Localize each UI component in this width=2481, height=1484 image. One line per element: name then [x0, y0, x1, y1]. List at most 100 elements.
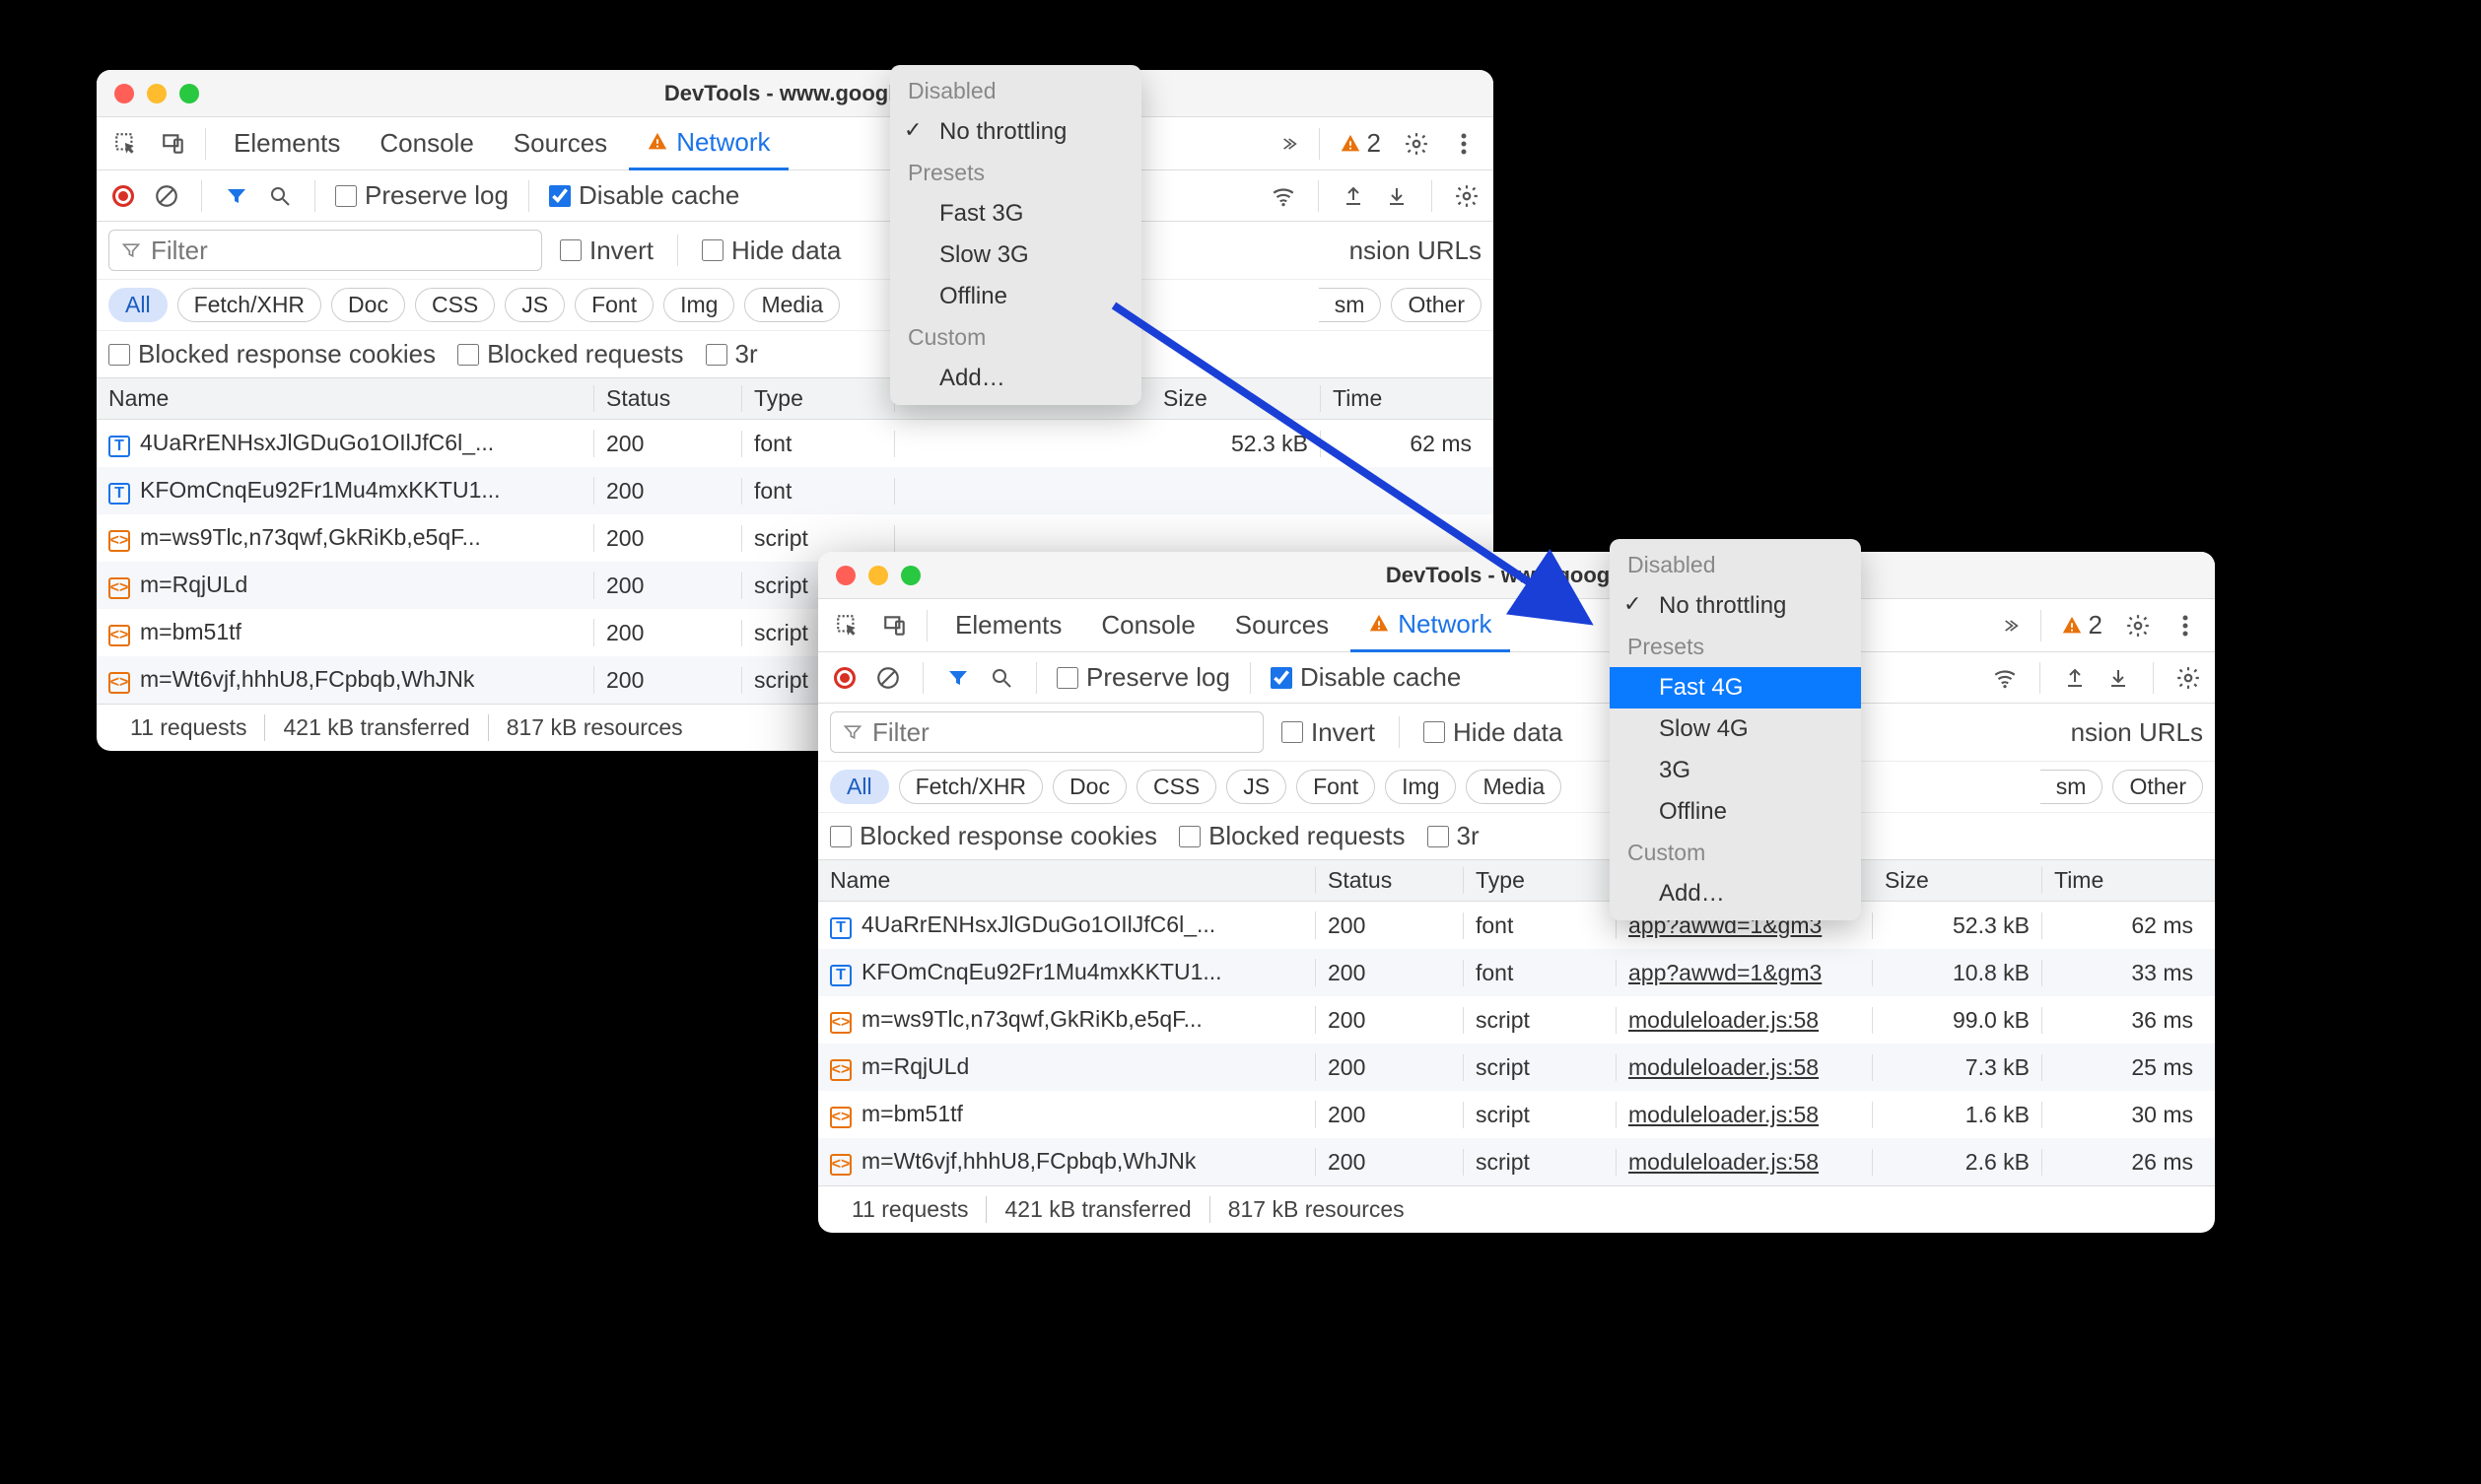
preserve-log-checkbox[interactable]: Preserve log	[1057, 662, 1230, 693]
maximize-icon[interactable]	[901, 566, 921, 585]
chip-doc[interactable]: Doc	[1053, 770, 1127, 804]
invert-checkbox[interactable]: Invert	[560, 236, 654, 266]
chip-all[interactable]: All	[108, 288, 168, 322]
chip-js[interactable]: JS	[505, 288, 565, 322]
dropdown-item-slow4g[interactable]: Slow 4G	[1610, 708, 1861, 750]
chip-doc[interactable]: Doc	[331, 288, 405, 322]
chip-media[interactable]: Media	[1466, 770, 1561, 804]
filter-icon[interactable]	[943, 663, 973, 693]
table-row[interactable]: <>m=bm51tf200scriptmoduleloader.js:581.6…	[818, 1091, 2215, 1138]
clear-icon[interactable]	[152, 181, 181, 211]
col-time[interactable]: Time	[1321, 385, 1483, 412]
filter-icon[interactable]	[222, 181, 251, 211]
upload-icon[interactable]	[2060, 663, 2090, 693]
col-time[interactable]: Time	[2042, 867, 2205, 894]
tab-elements[interactable]: Elements	[216, 117, 358, 170]
chip-fetch[interactable]: Fetch/XHR	[899, 770, 1043, 804]
wifi-icon[interactable]	[1269, 181, 1298, 211]
chip-js[interactable]: JS	[1226, 770, 1286, 804]
blocked-response-checkbox[interactable]: Blocked response cookies	[108, 339, 436, 370]
dropdown-item-add[interactable]: Add…	[890, 358, 1141, 399]
search-icon[interactable]	[987, 663, 1016, 693]
search-icon[interactable]	[265, 181, 295, 211]
inspect-icon[interactable]	[104, 122, 148, 166]
hide-data-checkbox[interactable]: Hide data	[702, 236, 841, 266]
invert-checkbox[interactable]: Invert	[1281, 717, 1375, 748]
chip-media[interactable]: Media	[744, 288, 840, 322]
col-name[interactable]: Name	[97, 385, 594, 412]
download-icon[interactable]	[2103, 663, 2133, 693]
maximize-icon[interactable]	[179, 84, 199, 103]
hide-data-checkbox[interactable]: Hide data	[1423, 717, 1562, 748]
gear-icon[interactable]	[1452, 181, 1482, 211]
blocked-response-checkbox[interactable]: Blocked response cookies	[830, 821, 1157, 851]
dropdown-item-nothrottle[interactable]: ✓No throttling	[890, 111, 1141, 153]
filter-input[interactable]: Filter	[830, 711, 1264, 753]
gear-icon[interactable]	[1395, 122, 1438, 166]
dropdown-item-offline[interactable]: Offline	[890, 276, 1141, 317]
dropdown-item-offline[interactable]: Offline	[1610, 791, 1861, 833]
col-size[interactable]: Size	[1873, 867, 2042, 894]
dropdown-item-3g[interactable]: 3G	[1610, 750, 1861, 791]
chip-fetch[interactable]: Fetch/XHR	[177, 288, 321, 322]
inspect-icon[interactable]	[826, 604, 869, 647]
kebab-icon[interactable]	[2164, 604, 2207, 647]
wifi-icon[interactable]	[1990, 663, 2020, 693]
chip-img[interactable]: Img	[1385, 770, 1456, 804]
col-status[interactable]: Status	[594, 385, 742, 412]
preserve-log-checkbox[interactable]: Preserve log	[335, 180, 509, 211]
upload-icon[interactable]	[1339, 181, 1368, 211]
gear-icon[interactable]	[2173, 663, 2203, 693]
table-row[interactable]: <>m=RqjULd200scriptmoduleloader.js:587.3…	[818, 1044, 2215, 1091]
record-button[interactable]	[108, 181, 138, 211]
chip-css[interactable]: CSS	[415, 288, 495, 322]
tab-console[interactable]: Console	[1083, 599, 1212, 652]
cell-initiator[interactable]: app?awwd=1&gm3	[1617, 960, 1873, 986]
tab-elements[interactable]: Elements	[937, 599, 1079, 652]
close-icon[interactable]	[836, 566, 856, 585]
col-status[interactable]: Status	[1316, 867, 1464, 894]
table-row[interactable]: <>m=Wt6vjf,hhhU8,FCpbqb,WhJNk200scriptmo…	[818, 1138, 2215, 1185]
cell-initiator[interactable]: moduleloader.js:58	[1617, 1149, 1873, 1176]
tab-sources[interactable]: Sources	[496, 117, 625, 170]
tab-sources[interactable]: Sources	[1217, 599, 1346, 652]
clear-icon[interactable]	[873, 663, 903, 693]
table-row[interactable]: TKFOmCnqEu92Fr1Mu4mxKKTU1...200fontapp?a…	[818, 949, 2215, 996]
cell-initiator[interactable]: moduleloader.js:58	[1617, 1007, 1873, 1034]
warnings-count[interactable]: 2	[1330, 128, 1391, 159]
chip-img[interactable]: Img	[663, 288, 734, 322]
chip-font[interactable]: Font	[1296, 770, 1375, 804]
col-name[interactable]: Name	[818, 867, 1316, 894]
col-size[interactable]: Size	[1151, 385, 1321, 412]
chip-font[interactable]: Font	[575, 288, 654, 322]
warnings-count[interactable]: 2	[2051, 610, 2112, 641]
dropdown-item-fast3g[interactable]: Fast 3G	[890, 193, 1141, 235]
tab-console[interactable]: Console	[362, 117, 491, 170]
device-toggle-icon[interactable]	[152, 122, 195, 166]
table-row[interactable]: T4UaRrENHsxJlGDuGo1OIlJfC6l_...200fontap…	[818, 902, 2215, 949]
dropdown-item-nothrottle[interactable]: ✓No throttling	[1610, 585, 1861, 627]
disable-cache-checkbox[interactable]: Disable cache	[549, 180, 739, 211]
table-row[interactable]: <>m=ws9Tlc,n73qwf,GkRiKb,e5qF...200scrip…	[818, 996, 2215, 1044]
col-type[interactable]: Type	[1464, 867, 1617, 894]
close-icon[interactable]	[114, 84, 134, 103]
device-toggle-icon[interactable]	[873, 604, 917, 647]
tab-network[interactable]: Network	[1350, 599, 1509, 652]
cell-initiator[interactable]: moduleloader.js:58	[1617, 1102, 1873, 1128]
table-row[interactable]: T4UaRrENHsxJlGDuGo1OIlJfC6l_...200font52…	[97, 420, 1493, 467]
filter-input[interactable]: Filter	[108, 230, 542, 271]
blocked-requests-checkbox[interactable]: Blocked requests	[1179, 821, 1405, 851]
third-party-checkbox[interactable]: 3r	[1427, 821, 1480, 851]
record-button[interactable]	[830, 663, 860, 693]
chip-css[interactable]: CSS	[1137, 770, 1216, 804]
table-row[interactable]: TKFOmCnqEu92Fr1Mu4mxKKTU1...200font	[97, 467, 1493, 514]
tab-network[interactable]: Network	[629, 117, 788, 170]
minimize-icon[interactable]	[147, 84, 167, 103]
chip-wasm-cut[interactable]: sm	[1319, 288, 1382, 322]
dropdown-item-fast4g[interactable]: Fast 4G	[1610, 667, 1861, 708]
kebab-icon[interactable]	[1442, 122, 1485, 166]
chip-all[interactable]: All	[830, 770, 889, 804]
chip-other[interactable]: Other	[1391, 288, 1482, 322]
more-tabs-icon[interactable]	[1987, 604, 2031, 647]
gear-icon[interactable]	[2116, 604, 2160, 647]
